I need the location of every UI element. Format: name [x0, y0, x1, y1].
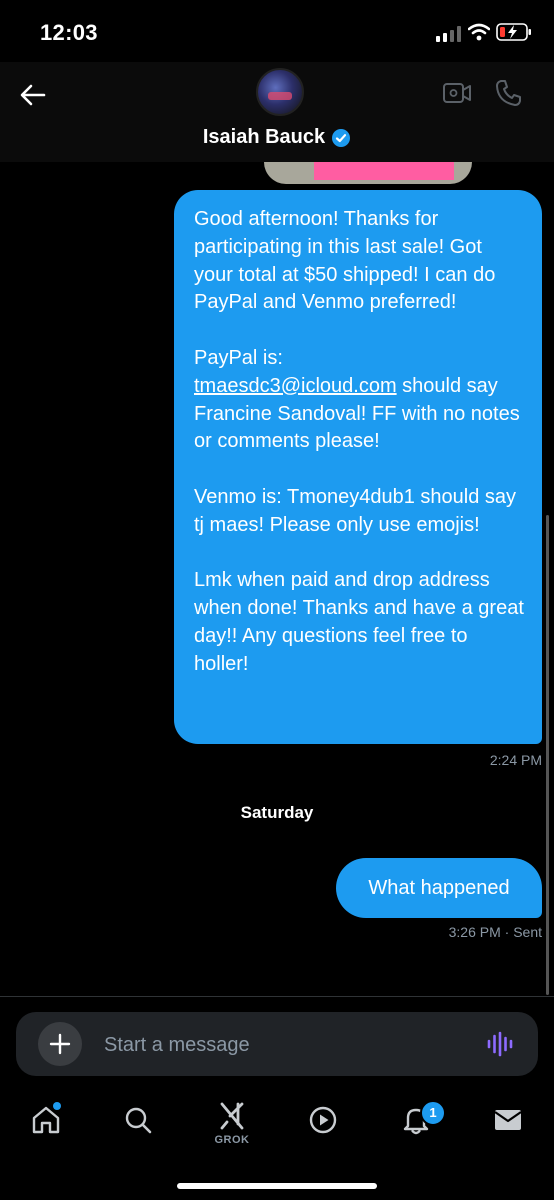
contact-name-row[interactable]: Isaiah Bauck: [0, 126, 554, 149]
home-indicator: [177, 1183, 377, 1189]
home-unread-dot: [53, 1102, 61, 1110]
contact-name: Isaiah Bauck: [202, 126, 326, 148]
wifi-icon: [468, 23, 490, 41]
back-arrow-icon[interactable]: [18, 80, 48, 110]
verified-badge-icon: [332, 128, 351, 147]
voice-waveform-icon[interactable]: [486, 1030, 514, 1058]
signal-icon: [436, 26, 461, 42]
scrollbar[interactable]: [546, 515, 549, 995]
plus-icon: [49, 1033, 71, 1055]
status-time: 12:03: [40, 20, 98, 45]
message-text: What happened: [368, 877, 510, 899]
day-separator: Saturday: [240, 803, 314, 822]
message-timestamp-status: 3:26 PM · Sent: [448, 924, 542, 940]
image-attachment[interactable]: [264, 162, 472, 184]
email-link[interactable]: tmaesdc3@icloud.com: [194, 375, 397, 397]
message-text: should say Francine Sandoval! FF with no…: [194, 374, 524, 675]
message-bubble-sent[interactable]: What happened: [336, 858, 542, 918]
message-input[interactable]: [102, 1024, 466, 1066]
grok-label: GROK: [214, 1134, 250, 1146]
battery-charging-icon: [496, 23, 531, 41]
avatar[interactable]: [256, 68, 304, 116]
message-bubble-sent[interactable]: Good afternoon! Thanks for participating…: [174, 190, 542, 744]
phone-icon[interactable]: [494, 78, 524, 108]
add-media-button[interactable]: [38, 1022, 82, 1066]
search-icon[interactable]: [122, 1104, 154, 1136]
divider: [0, 996, 554, 997]
video-call-icon[interactable]: [442, 80, 472, 106]
status-bar: 12:03: [0, 0, 554, 62]
message-timestamp: 2:24 PM: [489, 752, 542, 768]
message-text: Good afternoon! Thanks for participating…: [194, 208, 496, 369]
play-icon[interactable]: [307, 1104, 339, 1136]
conversation-header: Isaiah Bauck: [0, 62, 554, 162]
notification-badge: 1: [420, 1100, 446, 1126]
mail-icon[interactable]: [492, 1104, 524, 1136]
grok-icon[interactable]: [216, 1100, 248, 1132]
message-composer: [16, 1012, 538, 1076]
